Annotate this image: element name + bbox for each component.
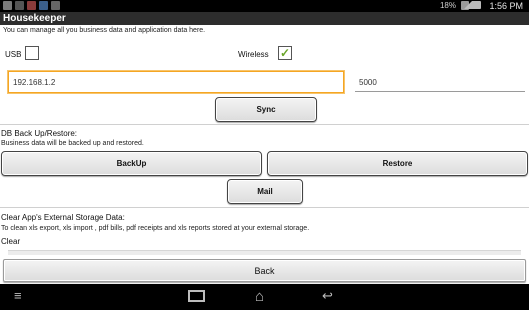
wifi-icon: [464, 1, 481, 9]
clear-label[interactable]: Clear: [1, 237, 20, 246]
mail-button[interactable]: Mail: [227, 179, 303, 204]
notification-icon: [51, 1, 60, 10]
notification-icon: [27, 1, 36, 10]
check-icon: ✓: [279, 46, 291, 60]
notification-icon: [3, 1, 12, 10]
back-button[interactable]: Back: [3, 259, 526, 282]
clock: 1:56 PM: [489, 1, 523, 11]
restore-button[interactable]: Restore: [267, 151, 528, 176]
recent-apps-icon[interactable]: [188, 290, 205, 302]
backup-button[interactable]: BackUp: [1, 151, 262, 176]
clear-section-desc: To clean xls export, xls import , pdf bi…: [1, 225, 310, 232]
wireless-checkbox[interactable]: ✓: [278, 46, 292, 60]
back-icon[interactable]: ↩: [322, 288, 333, 304]
backup-section-desc: Business data will be backed up and rest…: [1, 140, 144, 147]
status-bar: 18% 1:56 PM: [0, 0, 529, 12]
notification-icon: [15, 1, 24, 10]
clear-section-title: Clear App's External Storage Data:: [1, 213, 125, 222]
ip-address-value: 192.168.1.2: [13, 77, 56, 87]
system-nav-bar: ≡ ⌂ ↩: [0, 284, 529, 310]
backup-section-title: DB Back Up/Restore:: [1, 129, 78, 138]
port-input[interactable]: 5000: [355, 74, 525, 92]
clear-button-edge[interactable]: [8, 250, 521, 255]
intro-text: You can manage all you business data and…: [3, 27, 206, 34]
app-title: Housekeeper: [0, 12, 529, 25]
usb-label: USB: [5, 50, 22, 59]
usb-checkbox[interactable]: [25, 46, 39, 60]
sync-button[interactable]: Sync: [215, 97, 317, 122]
wireless-label: Wireless: [238, 50, 269, 59]
notification-icon: [39, 1, 48, 10]
menu-icon[interactable]: ≡: [14, 288, 22, 304]
home-icon[interactable]: ⌂: [255, 289, 264, 305]
ip-address-input[interactable]: 192.168.1.2: [8, 71, 344, 93]
divider: [0, 207, 529, 208]
battery-percent: 18%: [439, 1, 456, 10]
port-value: 5000: [359, 78, 377, 87]
divider: [0, 124, 529, 125]
